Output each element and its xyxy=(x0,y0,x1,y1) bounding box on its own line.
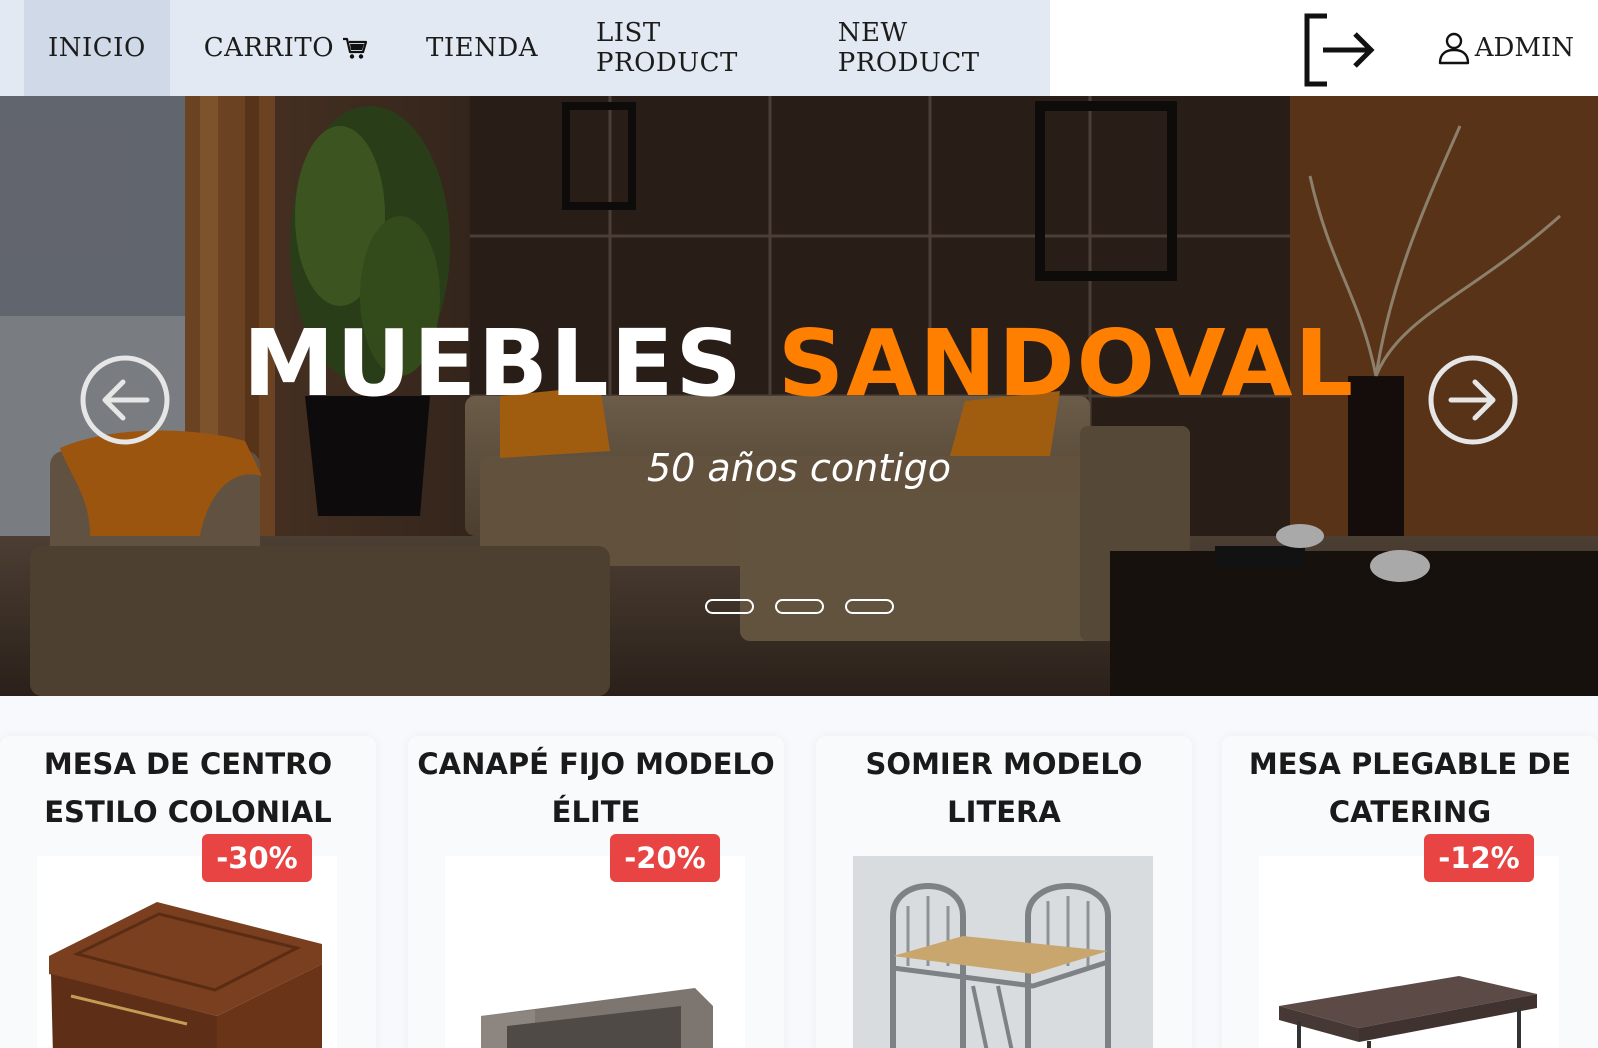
hero-subtitle: 50 años contigo xyxy=(647,446,951,490)
discount-badge: -20% xyxy=(610,834,720,882)
nav-item-label: TIENDA xyxy=(426,33,538,63)
product-list: MESA DE CENTRO ESTILO COLONIAL -30% CANA… xyxy=(0,696,1598,1048)
carousel-indicator-2[interactable] xyxy=(774,599,824,614)
cart-icon xyxy=(343,37,368,59)
discount-badge: -12% xyxy=(1424,834,1534,882)
navbar: INICIO CARRITO TIENDA LIST PRODUCT NEW P… xyxy=(0,0,1598,96)
nav-item-label: LIST PRODUCT xyxy=(596,18,738,78)
user-icon xyxy=(1438,32,1469,65)
product-title: MESA PLEGABLE DE CATERING xyxy=(1248,747,1572,829)
product-card[interactable]: SOMIER MODELO LITERA xyxy=(816,736,1192,1048)
hero-title: MUEBLES SANDOVAL xyxy=(0,318,1598,410)
nav-item-label: NEW PRODUCT xyxy=(837,18,980,78)
nav-item-carrito[interactable]: CARRITO xyxy=(180,0,392,96)
nav-item-tienda[interactable]: TIENDA xyxy=(402,0,562,96)
admin-label: ADMIN xyxy=(1474,33,1574,63)
main-nav: INICIO CARRITO TIENDA LIST PRODUCT NEW P… xyxy=(0,0,1050,96)
product-card[interactable]: MESA DE CENTRO ESTILO COLONIAL -30% xyxy=(0,736,376,1048)
hero-title-orange: SANDOVAL xyxy=(777,310,1356,417)
logout-button[interactable] xyxy=(1297,8,1377,88)
product-card[interactable]: CANAPÉ FIJO MODELO ÉLITE -20% xyxy=(408,736,784,1048)
product-title: SOMIER MODELO LITERA xyxy=(865,747,1143,829)
nav-item-inicio[interactable]: INICIO xyxy=(24,0,170,96)
carousel-prev-button[interactable] xyxy=(79,354,171,446)
carousel-indicators xyxy=(0,599,1598,614)
discount-badge: -30% xyxy=(202,834,312,882)
product-title: CANAPÉ FIJO MODELO ÉLITE xyxy=(417,747,775,829)
product-image xyxy=(853,856,1153,1048)
arrow-right-icon xyxy=(1428,355,1518,445)
logout-icon xyxy=(1304,13,1375,87)
nav-item-new-product[interactable]: NEW PRODUCT xyxy=(814,0,1050,96)
product-image xyxy=(37,856,337,1048)
product-image xyxy=(445,856,745,1048)
carousel-next-button[interactable] xyxy=(1427,354,1519,446)
hero-title-white: MUEBLES xyxy=(242,310,744,417)
hero-carousel: MUEBLES SANDOVAL 50 años contigo xyxy=(0,96,1598,696)
product-card[interactable]: MESA PLEGABLE DE CATERING -12% xyxy=(1222,736,1598,1048)
nav-item-label: CARRITO xyxy=(203,33,335,63)
carousel-indicator-3[interactable] xyxy=(844,599,894,614)
nav-item-label: INICIO xyxy=(48,33,146,63)
carousel-indicator-1[interactable] xyxy=(704,599,754,614)
user-area: ADMIN xyxy=(1297,0,1598,96)
nav-item-list-product[interactable]: LIST PRODUCT xyxy=(572,0,804,96)
admin-menu[interactable]: ADMIN xyxy=(1437,31,1574,65)
arrow-left-icon xyxy=(80,355,170,445)
product-title: MESA DE CENTRO ESTILO COLONIAL xyxy=(43,747,333,829)
product-image xyxy=(1259,856,1559,1048)
